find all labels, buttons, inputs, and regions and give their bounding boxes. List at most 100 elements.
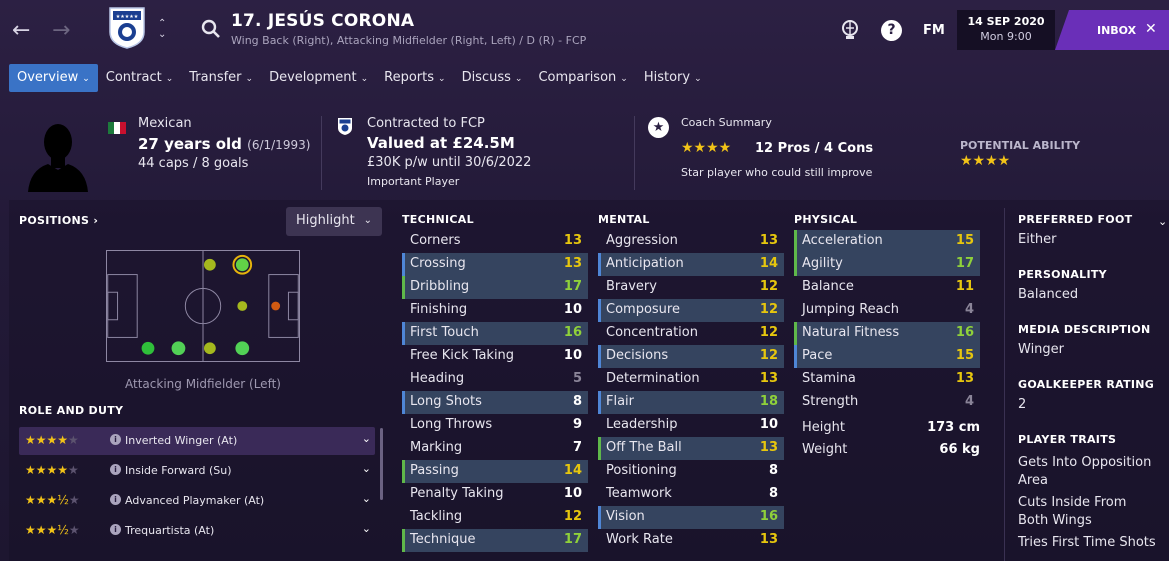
attribute-row[interactable]: Balance 11: [794, 276, 980, 299]
caps-goals[interactable]: 44 caps / 8 goals: [138, 156, 248, 171]
highlight-bar: [598, 345, 601, 368]
role-name: Advanced Playmaker (At): [125, 494, 265, 507]
attribute-row[interactable]: Bravery 12: [598, 276, 784, 299]
fm-menu-button[interactable]: FM: [923, 23, 945, 38]
info-icon[interactable]: i: [110, 494, 121, 505]
role-row[interactable]: ★★★★★ i Inverted Winger (At) ⌄: [19, 427, 375, 455]
weight-label: Weight: [802, 442, 848, 457]
attribute-row[interactable]: Positioning 8: [598, 460, 784, 483]
attribute-row[interactable]: Work Rate 13: [598, 529, 784, 552]
player-trait: Gets Into Opposition Area: [1018, 455, 1152, 488]
forward-arrow-icon[interactable]: →: [52, 18, 70, 43]
attribute-name: Finishing: [410, 302, 468, 317]
positions-pitch[interactable]: [106, 250, 300, 362]
attribute-row[interactable]: Agility 17: [794, 253, 980, 276]
attribute-value: 8: [768, 463, 778, 478]
coach-summary-title: Coach Summary: [681, 116, 772, 129]
attribute-row[interactable]: Tackling 12: [402, 506, 588, 529]
attribute-row[interactable]: Jumping Reach 4: [794, 299, 980, 322]
tab-transfer[interactable]: Transfer ⌄: [181, 64, 261, 92]
highlight-dropdown[interactable]: Highlight ⌄: [286, 207, 382, 236]
player-value: Valued at £24.5M: [367, 134, 515, 152]
chevron-down-icon[interactable]: ⌄: [362, 462, 371, 475]
height-value: 173 cm: [927, 420, 980, 435]
player-switch-icon[interactable]: ⌃ ⌄: [158, 18, 166, 40]
inbox-button[interactable]: INBOX ✕: [1055, 10, 1169, 50]
info-icon[interactable]: i: [110, 464, 121, 475]
attribute-row[interactable]: Passing 14: [402, 460, 588, 483]
role-name: Inside Forward (Su): [125, 464, 232, 477]
weight-value: 66 kg: [939, 442, 980, 457]
attribute-value: 8: [572, 394, 582, 409]
mental-title: MENTAL: [598, 213, 650, 226]
attribute-row[interactable]: Free Kick Taking 10: [402, 345, 588, 368]
tab-reports[interactable]: Reports ⌄: [376, 64, 453, 92]
attribute-row[interactable]: Anticipation 14: [598, 253, 784, 276]
attribute-row[interactable]: Crossing 13: [402, 253, 588, 276]
attribute-row[interactable]: Long Shots 8: [402, 391, 588, 414]
chevron-down-icon[interactable]: ⌄: [362, 492, 371, 505]
search-icon[interactable]: [200, 18, 222, 40]
attribute-row[interactable]: Natural Fitness 16: [794, 322, 980, 345]
attribute-row[interactable]: Vision 16: [598, 506, 784, 529]
role-row[interactable]: ★★★½★ i Trequartista (At) ⌄: [19, 517, 375, 545]
attribute-row[interactable]: Stamina 13: [794, 368, 980, 391]
help-icon[interactable]: ?: [881, 20, 902, 41]
attribute-row[interactable]: Leadership 10: [598, 414, 784, 437]
attribute-row[interactable]: Concentration 12: [598, 322, 784, 345]
attribute-row[interactable]: Off The Ball 13: [598, 437, 784, 460]
attribute-row[interactable]: Pace 15: [794, 345, 980, 368]
attribute-row[interactable]: Teamwork 8: [598, 483, 784, 506]
attribute-row[interactable]: First Touch 16: [402, 322, 588, 345]
club-crest-icon[interactable]: ★★★★★: [108, 6, 146, 50]
role-row[interactable]: ★★★½★ i Advanced Playmaker (At) ⌄: [19, 487, 375, 515]
potential-ability-title: POTENTIAL ABILITY: [960, 139, 1081, 152]
attribute-row[interactable]: Strength 4: [794, 391, 980, 414]
attribute-row[interactable]: Acceleration 15: [794, 230, 980, 253]
role-row[interactable]: ★★★★★ i Inside Forward (Su) ⌄: [19, 457, 375, 485]
tab-development[interactable]: Development ⌄: [261, 64, 376, 92]
attribute-name: Tackling: [410, 509, 463, 524]
attribute-row[interactable]: Heading 5: [402, 368, 588, 391]
tab-comparison[interactable]: Comparison ⌄: [530, 64, 635, 92]
attribute-row[interactable]: Composure 12: [598, 299, 784, 322]
attribute-value: 12: [759, 348, 778, 363]
tab-history[interactable]: History ⌄: [636, 64, 710, 92]
preferred-foot-title: PREFERRED FOOT: [1018, 213, 1133, 226]
chevron-down-icon[interactable]: ⌄: [362, 522, 371, 535]
chevron-down-icon[interactable]: ⌄: [362, 432, 371, 445]
attribute-value: 14: [563, 463, 582, 478]
attribute-row[interactable]: Technique 17: [402, 529, 588, 552]
attribute-row[interactable]: Corners 13: [402, 230, 588, 253]
attribute-row[interactable]: Flair 18: [598, 391, 784, 414]
attribute-row[interactable]: Penalty Taking 10: [402, 483, 588, 506]
attribute-row[interactable]: Dribbling 17: [402, 276, 588, 299]
back-arrow-icon[interactable]: ←: [12, 18, 30, 43]
tab-overview[interactable]: Overview ⌄: [9, 64, 98, 92]
attribute-row[interactable]: Finishing 10: [402, 299, 588, 322]
positions-title[interactable]: POSITIONS ›: [19, 214, 98, 227]
attribute-row[interactable]: Aggression 13: [598, 230, 784, 253]
attribute-name: Decisions: [606, 348, 669, 363]
attribute-value: 4: [964, 394, 974, 409]
info-icon[interactable]: i: [110, 434, 121, 445]
chevron-down-icon[interactable]: ⌄: [1158, 215, 1167, 228]
attribute-value: 17: [955, 256, 974, 271]
pros-cons[interactable]: 12 Pros / 4 Cons: [755, 141, 873, 156]
attribute-row[interactable]: Decisions 12: [598, 345, 784, 368]
tab-discuss[interactable]: Discuss ⌄: [454, 64, 531, 92]
highlight-bar: [794, 322, 797, 345]
attribute-name: Free Kick Taking: [410, 348, 515, 363]
info-icon[interactable]: i: [110, 524, 121, 535]
attribute-row[interactable]: Long Throws 9: [402, 414, 588, 437]
attribute-row[interactable]: Determination 13: [598, 368, 784, 391]
squad-status: Important Player: [367, 175, 460, 188]
attribute-name: Natural Fitness: [802, 325, 900, 340]
trophy-globe-icon[interactable]: [840, 19, 860, 41]
date-display[interactable]: 14 SEP 2020 Mon 9:00: [957, 10, 1055, 50]
attribute-row[interactable]: Marking 7: [402, 437, 588, 460]
roles-scrollbar[interactable]: [380, 428, 383, 500]
role-stars: ★★★½★: [25, 523, 80, 537]
tab-contract[interactable]: Contract ⌄: [98, 64, 181, 92]
highlight-bar: [402, 529, 405, 552]
